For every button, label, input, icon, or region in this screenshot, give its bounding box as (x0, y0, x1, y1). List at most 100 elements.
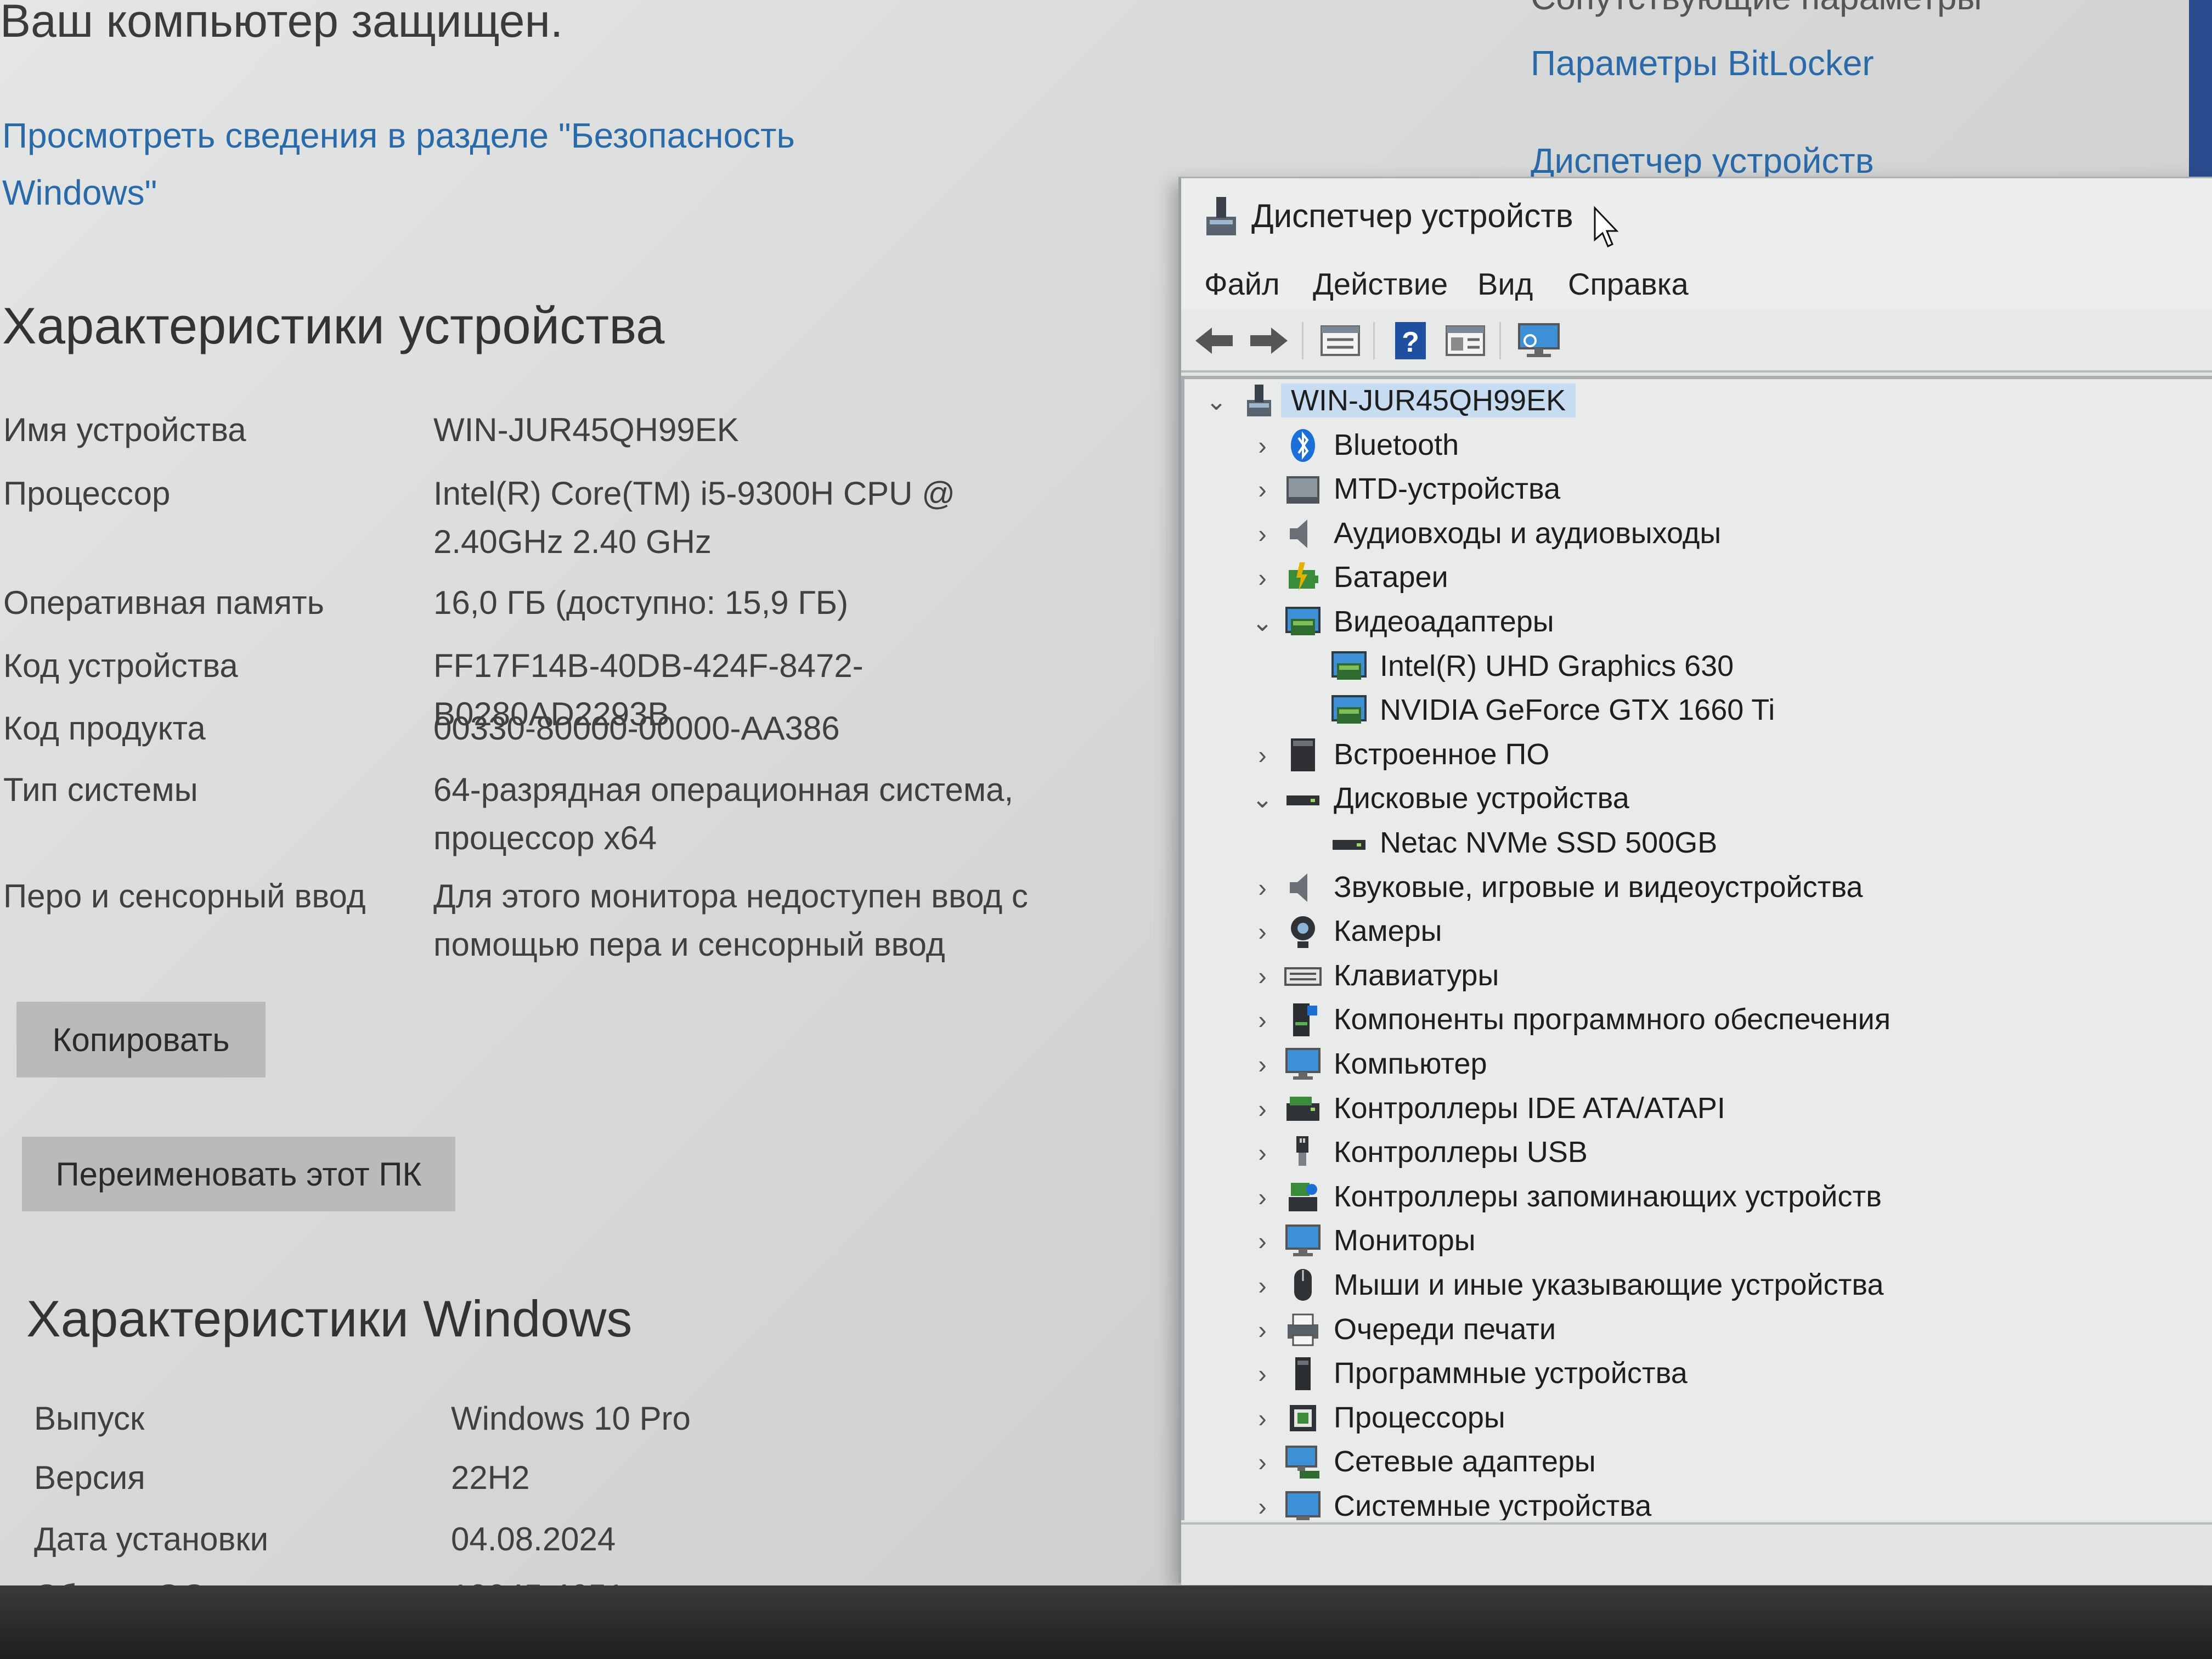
forward-arrow-icon[interactable] (1246, 320, 1292, 362)
spec-label: Тип системы (3, 771, 198, 808)
menu-help[interactable]: Справка (1568, 266, 1689, 302)
chevron-right-icon[interactable]: › (1251, 1003, 1273, 1036)
display-adapter-icon (1331, 695, 1367, 724)
device-tree[interactable]: ⌄ WIN-JUR45QH99EK › Bluetooth › MTD-устройств… (1181, 376, 2212, 1520)
tree-node-label: Bluetooth (1334, 428, 1459, 461)
windows-security-link[interactable]: Просмотреть сведения в разделе "Безопасн… (2, 107, 825, 221)
tree-node-label: Очереди печати (1334, 1312, 1556, 1346)
chevron-right-icon[interactable]: › (1251, 738, 1273, 771)
tree-category-node[interactable]: › Программные устройства (1184, 1352, 2212, 1396)
title-bar[interactable]: Диспетчер устройств (1181, 178, 2212, 255)
mtd-device-icon (1286, 476, 1319, 504)
chevron-right-icon[interactable]: › (1251, 1048, 1273, 1081)
tree-category-node[interactable]: › Встроенное ПО (1184, 733, 2212, 777)
spec-value: 00330-80000-00000-AA386 (433, 710, 840, 747)
monitor-scan-icon[interactable] (1516, 320, 1562, 362)
chevron-right-icon[interactable]: › (1251, 1224, 1273, 1257)
tree-category-node[interactable]: › Контроллеры IDE ATA/ATAPI (1184, 1087, 2212, 1131)
menu-action[interactable]: Действие (1313, 266, 1448, 302)
tree-category-node[interactable]: › MTD-устройства (1184, 467, 2212, 511)
chevron-right-icon[interactable]: › (1251, 561, 1273, 594)
tree-device-node[interactable]: Netac NVMe SSD 500GB (1184, 821, 2212, 865)
window-title: Диспетчер устройств (1251, 198, 1573, 234)
spec-value: WIN-JUR45QH99EK (433, 411, 739, 448)
bitlocker-settings-link[interactable]: Параметры BitLocker (1531, 43, 1874, 83)
tree-device-node[interactable]: Intel(R) UHD Graphics 630 (1184, 645, 2212, 689)
speaker-icon (1290, 519, 1307, 548)
chevron-right-icon[interactable]: › (1251, 1136, 1273, 1169)
spec-value: Intel(R) Core(TM) i5-9300H CPU @ 2.40GHz… (433, 475, 956, 560)
tree-root-node[interactable]: ⌄ WIN-JUR45QH99EK (1184, 379, 2212, 423)
chevron-right-icon[interactable]: › (1251, 1357, 1273, 1390)
tree-node-label: Netac NVMe SSD 500GB (1380, 826, 1718, 859)
chevron-right-icon[interactable]: › (1251, 960, 1273, 992)
menu-view[interactable]: Вид (1477, 266, 1533, 302)
software-component-icon (1293, 1003, 1317, 1037)
tree-node-label: Видеоадаптеры (1334, 605, 1554, 638)
chevron-right-icon[interactable]: › (1251, 871, 1273, 904)
disk-drive-icon (1333, 840, 1365, 850)
chevron-right-icon[interactable]: › (1251, 1446, 1273, 1479)
tree-category-node[interactable]: ⌄ Видеоадаптеры (1184, 600, 2212, 644)
chevron-right-icon[interactable]: › (1251, 915, 1273, 948)
tree-category-node[interactable]: › Процессоры (1184, 1396, 2212, 1440)
back-arrow-icon[interactable] (1191, 320, 1237, 362)
menu-file[interactable]: Файл (1204, 266, 1280, 302)
chevron-right-icon[interactable]: › (1251, 473, 1273, 506)
processor-icon (1290, 1404, 1316, 1431)
spec-label: Процессор (3, 475, 171, 512)
chevron-right-icon[interactable]: › (1251, 429, 1273, 462)
help-icon[interactable]: ? (1387, 320, 1434, 362)
tree-category-node[interactable]: › Очереди печати (1184, 1308, 2212, 1352)
rename-pc-button[interactable]: Переименовать этот ПК (22, 1137, 455, 1211)
tree-category-node[interactable]: › Компьютер (1184, 1042, 2212, 1086)
tree-node-label: Звуковые, игровые и видеоустройства (1334, 870, 1863, 904)
computer-root-icon (1247, 385, 1271, 416)
chevron-right-icon[interactable]: › (1251, 1181, 1273, 1214)
properties-icon[interactable] (1317, 320, 1363, 362)
tree-node-label: Камеры (1334, 915, 1442, 948)
tree-node-label: Дисковые устройства (1334, 782, 1629, 815)
chevron-down-icon[interactable]: ⌄ (1205, 385, 1227, 417)
tree-category-node[interactable]: › Клавиатуры (1184, 954, 2212, 998)
software-device-icon (1295, 1357, 1311, 1391)
firmware-icon (1291, 738, 1315, 771)
toolbar-separator (1302, 322, 1304, 359)
tree-category-node[interactable]: ⌄ Дисковые устройства (1184, 777, 2212, 821)
chevron-right-icon[interactable]: › (1251, 517, 1273, 550)
tree-category-node[interactable]: › Bluetooth (1184, 424, 2212, 467)
chevron-right-icon[interactable]: › (1251, 1313, 1273, 1346)
copy-button[interactable]: Копировать (16, 1002, 266, 1077)
tree-node-label: Сетевые адаптеры (1334, 1445, 1596, 1479)
chevron-right-icon[interactable]: › (1251, 1269, 1273, 1302)
details-view-icon[interactable] (1442, 320, 1488, 362)
win-spec-label: Версия (34, 1459, 145, 1496)
chevron-down-icon[interactable]: ⌄ (1251, 606, 1273, 639)
tree-category-node[interactable]: › Аудиовходы и аудиовыходы (1184, 512, 2212, 556)
tree-node-label: Клавиатуры (1334, 958, 1499, 992)
chevron-right-icon[interactable]: › (1251, 1402, 1273, 1435)
tree-category-node[interactable]: › Сетевые адаптеры (1184, 1440, 2212, 1484)
tree-category-node[interactable]: › Звуковые, игровые и видеоустройства (1184, 866, 2212, 910)
protection-status-text: Ваш компьютер защищен. (0, 0, 563, 47)
tree-category-node[interactable]: › Мыши и иные указывающие устройства (1184, 1263, 2212, 1307)
tree-category-node[interactable]: › Системные устройства (1184, 1485, 2212, 1520)
tree-category-node[interactable]: › Камеры (1184, 910, 2212, 953)
device-manager-link[interactable]: Диспетчер устройств (1531, 140, 1874, 181)
tree-category-node[interactable]: › Мониторы (1184, 1219, 2212, 1263)
tree-category-node[interactable]: › Контроллеры запоминающих устройств (1184, 1175, 2212, 1219)
tree-category-node[interactable]: › Контроллеры USB (1184, 1131, 2212, 1175)
tree-node-label: Аудиовходы и аудиовыходы (1334, 516, 1722, 550)
disk-drive-icon (1286, 795, 1319, 806)
toolbar-separator (1373, 322, 1375, 359)
chevron-right-icon[interactable]: › (1251, 1092, 1273, 1125)
tree-category-node[interactable]: › Компоненты программного обеспечения (1184, 998, 2212, 1042)
monitor-icon (1285, 1224, 1321, 1257)
printer-icon (1288, 1313, 1318, 1346)
spec-label: Перо и сенсорный ввод (3, 878, 366, 915)
tree-device-node[interactable]: NVIDIA GeForce GTX 1660 Ti (1184, 689, 2212, 732)
chevron-down-icon[interactable]: ⌄ (1251, 782, 1273, 815)
chevron-right-icon[interactable]: › (1251, 1490, 1273, 1520)
tree-category-node[interactable]: › Батареи (1184, 556, 2212, 600)
tree-node-label: Процессоры (1334, 1401, 1505, 1434)
